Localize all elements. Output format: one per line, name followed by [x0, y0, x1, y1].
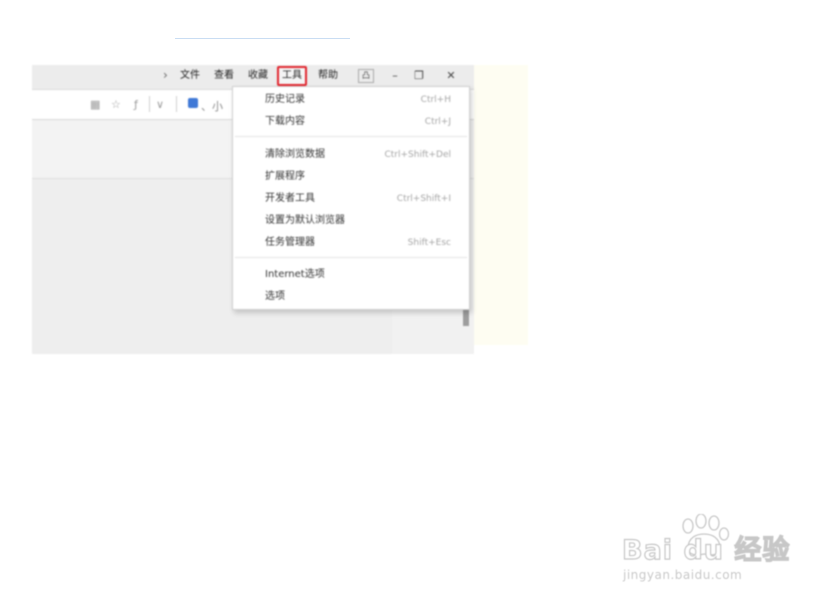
menu-tools[interactable]: 工具 [277, 66, 307, 86]
menu-item-label: 设置为默认浏览器 [265, 215, 345, 226]
menu-item-history[interactable]: 历史记录 Ctrl+H [233, 90, 469, 110]
address-separator [176, 96, 177, 112]
user-name-text: 、小 [201, 100, 223, 113]
menu-item-label: 开发者工具 [265, 193, 315, 204]
menu-item-shortcut: Ctrl+Shift+Del [384, 150, 451, 160]
menu-separator [235, 257, 467, 258]
menu-item-shortcut: Shift+Esc [407, 238, 451, 248]
scrollbar-thumb[interactable] [463, 310, 469, 326]
star-icon[interactable]: ☆ [111, 98, 121, 111]
tools-dropdown-menu: 历史记录 Ctrl+H 下载内容 Ctrl+J 清除浏览数据 Ctrl+Shif… [232, 86, 470, 310]
close-icon[interactable]: ✕ [443, 69, 459, 83]
watermark-brand-text: Bai du 经验 [621, 535, 791, 566]
menu-item-shortcut: Ctrl+J [424, 117, 451, 127]
menu-item-label: Internet选项 [265, 269, 325, 280]
menu-item-label: 下载内容 [265, 116, 305, 127]
menu-item-set-default[interactable]: 设置为默认浏览器 [233, 211, 469, 231]
menu-item-label: 选项 [265, 291, 285, 302]
menu-favorites[interactable]: 收藏 [248, 68, 268, 84]
menu-view[interactable]: 查看 [214, 68, 234, 84]
menu-item-shortcut: Ctrl+H [420, 95, 451, 105]
menu-item-extensions[interactable]: 扩展程序 [233, 167, 469, 187]
menu-file[interactable]: 文件 [180, 68, 200, 84]
baidu-jingyan-watermark: Bai du 经验 jingyan.baidu.com [618, 512, 798, 592]
menu-item-downloads[interactable]: 下载内容 Ctrl+J [233, 112, 469, 132]
menu-item-clear-data[interactable]: 清除浏览数据 Ctrl+Shift+Del [233, 145, 469, 165]
menu-item-label: 扩展程序 [265, 171, 305, 182]
reading-mode-icon[interactable]: ▦ [90, 98, 100, 111]
minimize-icon[interactable]: – [387, 69, 403, 83]
menu-separator [235, 136, 467, 137]
menu-item-devtools[interactable]: 开发者工具 Ctrl+Shift+I [233, 189, 469, 209]
menu-item-label: 任务管理器 [265, 237, 315, 248]
menu-item-internet-options[interactable]: Internet选项 [233, 265, 469, 285]
side-panel [474, 65, 528, 345]
menu-item-shortcut: Ctrl+Shift+I [396, 194, 451, 204]
menu-item-options[interactable]: 选项 [233, 287, 469, 307]
chevron-down-icon[interactable]: ∨ [156, 98, 164, 111]
menu-item-label: 清除浏览数据 [265, 149, 325, 160]
menubar-overflow-arrow[interactable]: › [163, 68, 168, 82]
restore-icon[interactable]: ❐ [411, 69, 427, 83]
pin-icon[interactable]: 凸 [358, 69, 374, 83]
menu-item-label: 历史记录 [265, 94, 305, 105]
function-icon[interactable]: ƒ [134, 98, 138, 111]
address-separator [149, 96, 150, 112]
user-avatar-icon[interactable] [188, 98, 198, 108]
menu-item-task-manager[interactable]: 任务管理器 Shift+Esc [233, 233, 469, 253]
menu-help[interactable]: 帮助 [318, 68, 338, 84]
watermark-url-text: jingyan.baidu.com [623, 568, 743, 582]
